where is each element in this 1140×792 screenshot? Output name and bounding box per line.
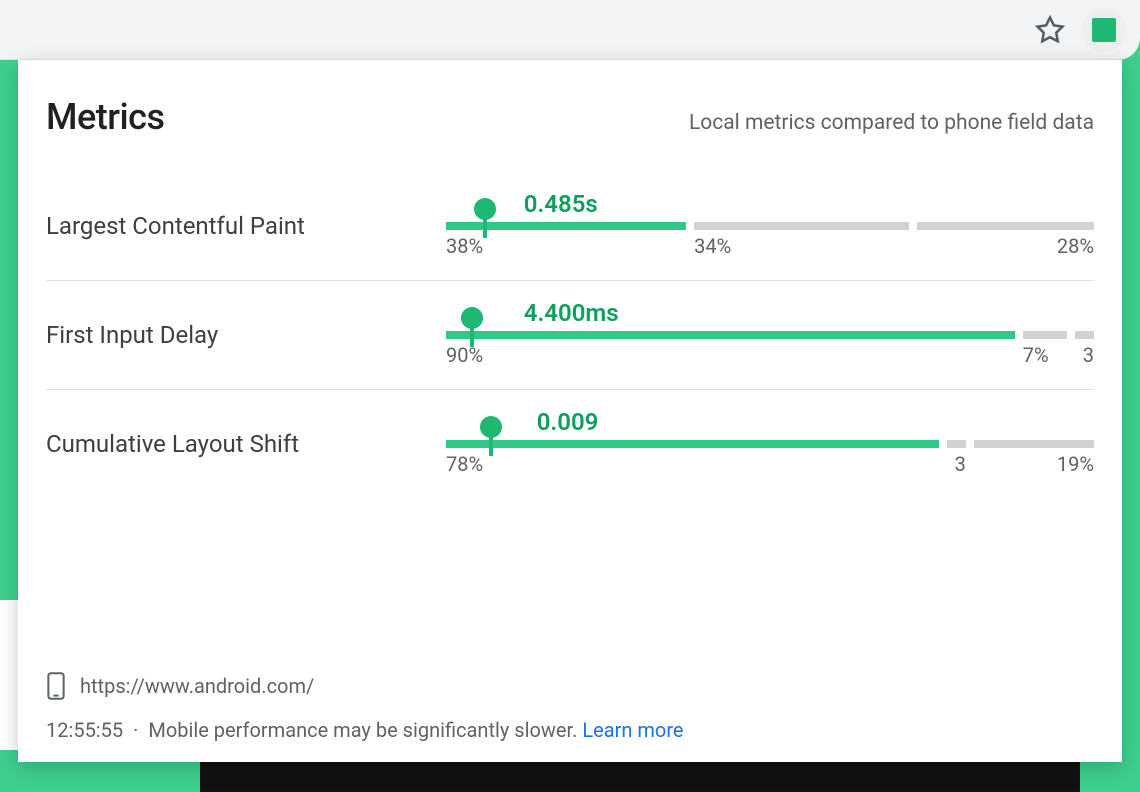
segment-percent-label: 78% [446,452,483,476]
background-page-fragment [0,600,18,750]
panel-subtitle: Local metrics compared to phone field da… [689,111,1094,135]
metric-local-value: 4.400ms [524,299,619,327]
metric-cls: Cumulative Layout Shift 0.009 78% 3 19% [46,389,1094,498]
segment-percent-label: 28% [1057,234,1094,258]
segment-ni: 7% [1023,331,1067,339]
segment-percent-label: 3 [1083,343,1094,367]
panel-footer: https://www.android.com/ 12:55:55 · Mobi… [46,672,1094,742]
footer-note-line: 12:55:55 · Mobile performance may be sig… [46,718,1094,742]
metric-lcp: Largest Contentful Paint0.485s38%34%28% [46,194,1094,280]
segment-good: 78% [446,440,939,448]
metric-local-value: 0.009 [537,408,599,436]
metric-fid: First Input Delay 4.400ms 90% 7% 3 [46,280,1094,389]
metric-local-value: 0.485s [524,190,598,218]
local-value-marker-icon [461,307,483,339]
distribution-track: 90% 7% 3 [446,331,1094,339]
metric-label: Cumulative Layout Shift [46,430,446,458]
star-icon [1035,15,1065,45]
learn-more-link[interactable]: Learn more [582,718,683,742]
footer-url-line: https://www.android.com/ [46,672,1094,700]
performance-note: Mobile performance may be significantly … [148,718,577,742]
metric-label: Largest Contentful Paint [46,212,446,240]
separator: · [133,718,138,742]
segment-percent-label: 19% [1057,452,1094,476]
web-vitals-popup: Metrics Local metrics compared to phone … [18,60,1122,762]
extension-status-icon [1092,18,1116,42]
bookmark-star-button[interactable] [1034,14,1066,46]
panel-header: Metrics Local metrics compared to phone … [46,96,1094,138]
panel-title: Metrics [46,96,164,138]
distribution-track: 78% 3 19% [446,440,1094,448]
local-value-marker-icon [474,198,496,230]
segment-ni: 34% [694,222,909,230]
local-value-marker-icon [480,416,502,448]
segment-percent-label: 90% [446,343,483,367]
timestamp: 12:55:55 [46,718,123,742]
mobile-device-icon [46,672,66,700]
distribution-track: 38%34%28% [446,222,1094,230]
segment-good: 90% [446,331,1015,339]
segment-percent-label: 3 [955,452,966,476]
page-url: https://www.android.com/ [80,674,314,698]
background-page-fragment [200,762,1080,792]
segment-poor: 19% [974,440,1094,448]
browser-toolbar [0,0,1140,60]
metrics-list: Largest Contentful Paint0.485s38%34%28%F… [46,194,1094,498]
segment-poor: 3 [1075,331,1094,339]
segment-poor: 28% [917,222,1094,230]
segment-percent-label: 7% [1023,343,1049,367]
metric-label: First Input Delay [46,321,446,349]
metric-distribution-chart: 0.00978%319% [446,440,1094,448]
metric-distribution-chart: 0.485s38%34%28% [446,222,1094,230]
segment-percent-label: 38% [446,234,483,258]
metric-distribution-chart: 4.400ms90%7%3 [446,331,1094,339]
extension-button[interactable] [1082,8,1126,52]
segment-percent-label: 34% [694,234,731,258]
segment-ni: 3 [947,440,966,448]
